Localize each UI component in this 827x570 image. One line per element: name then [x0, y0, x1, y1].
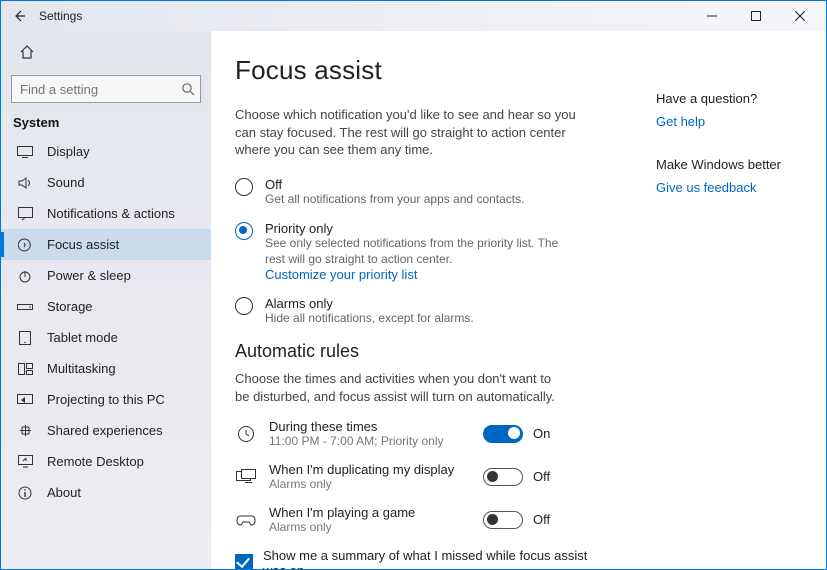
storage-icon — [15, 302, 35, 312]
close-button[interactable] — [778, 1, 822, 31]
sidebar-item-multitasking[interactable]: Multitasking — [1, 353, 211, 384]
sidebar-item-label: Notifications & actions — [47, 206, 175, 221]
titlebar: Settings — [1, 1, 826, 31]
rule-subtitle: Alarms only — [269, 477, 483, 491]
rule-during-these-times[interactable]: During these times 11:00 PM - 7:00 AM; P… — [235, 419, 555, 448]
get-help-link[interactable]: Get help — [656, 114, 796, 129]
sidebar-item-label: Tablet mode — [47, 330, 118, 345]
maximize-button[interactable] — [734, 1, 778, 31]
feedback-heading: Make Windows better — [656, 157, 796, 172]
sidebar-item-label: Focus assist — [47, 237, 119, 252]
sidebar-item-about[interactable]: About — [1, 477, 211, 508]
main-content: Focus assist Choose which notification y… — [211, 31, 826, 569]
radio-subtitle: See only selected notifications from the… — [265, 236, 565, 267]
shared-icon — [15, 423, 35, 438]
question-heading: Have a question? — [656, 91, 796, 106]
sidebar-item-label: Sound — [47, 175, 85, 190]
home-icon — [19, 45, 35, 59]
remote-desktop-icon — [15, 455, 35, 468]
sidebar-item-label: Storage — [47, 299, 93, 314]
sidebar-item-label: Remote Desktop — [47, 454, 144, 469]
search-icon — [181, 82, 195, 96]
toggle-state-label: On — [533, 426, 555, 441]
sidebar-item-storage[interactable]: Storage — [1, 291, 211, 322]
maximize-icon — [751, 11, 761, 21]
radio-control[interactable] — [235, 178, 253, 196]
tablet-icon — [15, 331, 35, 345]
sidebar-item-tablet-mode[interactable]: Tablet mode — [1, 322, 211, 353]
duplicate-display-icon — [235, 469, 257, 485]
close-icon — [795, 11, 805, 21]
summary-checkbox[interactable] — [235, 554, 253, 569]
rule-title: When I'm duplicating my display — [269, 462, 483, 477]
page-title: Focus assist — [235, 55, 595, 86]
automatic-rules-heading: Automatic rules — [235, 341, 595, 362]
radio-title: Off — [265, 177, 524, 192]
toggle-state-label: Off — [533, 469, 555, 484]
sidebar-item-label: Power & sleep — [47, 268, 131, 283]
back-button[interactable] — [9, 5, 31, 27]
search-container — [11, 75, 201, 103]
minimize-icon — [707, 11, 717, 21]
clock-icon — [235, 425, 257, 443]
rule-playing-game[interactable]: When I'm playing a game Alarms only Off — [235, 505, 555, 534]
minimize-button[interactable] — [690, 1, 734, 31]
radio-control[interactable] — [235, 297, 253, 315]
rule-title: When I'm playing a game — [269, 505, 483, 520]
right-rail: Have a question? Get help Make Windows b… — [656, 91, 796, 223]
sidebar-item-display[interactable]: Display — [1, 136, 211, 167]
focus-assist-icon — [15, 238, 35, 252]
sidebar-item-label: About — [47, 485, 81, 500]
radio-subtitle: Get all notifications from your apps and… — [265, 192, 524, 208]
display-icon — [15, 146, 35, 158]
summary-checkbox-row[interactable]: Show me a summary of what I missed while… — [235, 548, 595, 569]
sidebar-item-power-sleep[interactable]: Power & sleep — [1, 260, 211, 291]
window-title: Settings — [39, 9, 82, 23]
give-feedback-link[interactable]: Give us feedback — [656, 180, 796, 195]
radio-title: Priority only — [265, 221, 565, 236]
sidebar-item-notifications[interactable]: Notifications & actions — [1, 198, 211, 229]
game-controller-icon — [235, 513, 257, 527]
home-button[interactable] — [1, 37, 211, 67]
multitasking-icon — [15, 363, 35, 375]
projecting-icon — [15, 394, 35, 406]
sidebar-item-label: Display — [47, 144, 90, 159]
sidebar-heading: System — [1, 113, 211, 136]
rule-subtitle: 11:00 PM - 7:00 AM; Priority only — [269, 434, 483, 448]
back-arrow-icon — [12, 8, 28, 24]
radio-control[interactable] — [235, 222, 253, 240]
search-input[interactable] — [11, 75, 201, 103]
sidebar: System Display Sound Notifications & act… — [1, 31, 211, 569]
sidebar-item-projecting[interactable]: Projecting to this PC — [1, 384, 211, 415]
radio-title: Alarms only — [265, 296, 474, 311]
power-icon — [15, 269, 35, 283]
sidebar-item-sound[interactable]: Sound — [1, 167, 211, 198]
sidebar-item-remote-desktop[interactable]: Remote Desktop — [1, 446, 211, 477]
automatic-rules-desc: Choose the times and activities when you… — [235, 370, 565, 405]
toggle-duplicating-display[interactable] — [483, 468, 523, 486]
radio-alarms-only[interactable]: Alarms only Hide all notifications, exce… — [235, 296, 595, 327]
about-icon — [15, 486, 35, 500]
toggle-playing-game[interactable] — [483, 511, 523, 529]
toggle-during-times[interactable] — [483, 425, 523, 443]
sound-icon — [15, 176, 35, 190]
notifications-icon — [15, 207, 35, 221]
radio-off[interactable]: Off Get all notifications from your apps… — [235, 177, 595, 208]
sidebar-item-label: Multitasking — [47, 361, 116, 376]
radio-subtitle: Hide all notifications, except for alarm… — [265, 311, 474, 327]
sidebar-item-label: Projecting to this PC — [47, 392, 165, 407]
sidebar-item-label: Shared experiences — [47, 423, 163, 438]
radio-priority-only[interactable]: Priority only See only selected notifica… — [235, 221, 595, 282]
summary-checkbox-label: Show me a summary of what I missed while… — [263, 548, 595, 569]
rule-subtitle: Alarms only — [269, 520, 483, 534]
sidebar-item-focus-assist[interactable]: Focus assist — [1, 229, 211, 260]
rule-title: During these times — [269, 419, 483, 434]
rule-duplicating-display[interactable]: When I'm duplicating my display Alarms o… — [235, 462, 555, 491]
toggle-state-label: Off — [533, 512, 555, 527]
sidebar-item-shared-experiences[interactable]: Shared experiences — [1, 415, 211, 446]
customize-priority-link[interactable]: Customize your priority list — [265, 267, 565, 282]
page-description: Choose which notification you'd like to … — [235, 106, 595, 159]
